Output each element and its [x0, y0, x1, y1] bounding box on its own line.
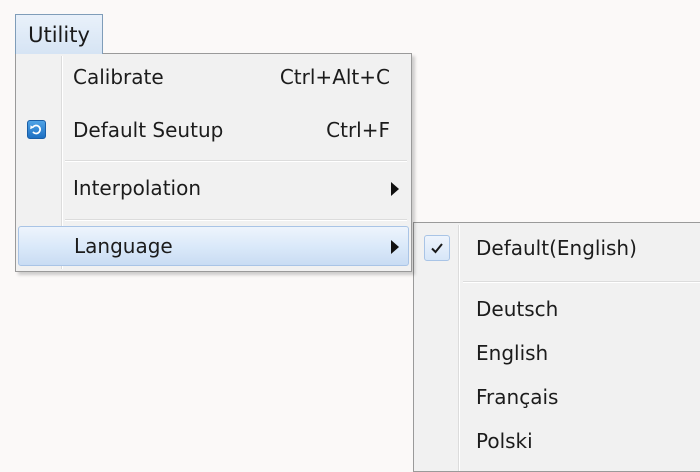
- checkmark-icon: [424, 235, 450, 261]
- menu-item-shortcut: Ctrl+Alt+C: [279, 65, 390, 89]
- language-item-francais[interactable]: Français: [416, 377, 700, 417]
- utility-dropdown-menu: Calibrate Ctrl+Alt+C Default Seutup Ctrl…: [15, 53, 412, 272]
- language-item-label: Français: [476, 385, 559, 409]
- language-item-polski[interactable]: Polski: [416, 421, 700, 461]
- language-item-label: English: [476, 341, 549, 365]
- menu-item-shortcut: Ctrl+F: [326, 118, 390, 142]
- menu-separator: [65, 160, 407, 162]
- language-item-deutsch[interactable]: Deutsch: [416, 289, 700, 329]
- menu-separator: [65, 219, 407, 221]
- menu-item-label: Language: [74, 234, 173, 258]
- menu-item-label: Calibrate: [73, 65, 164, 89]
- language-item-label: Default(English): [476, 236, 637, 260]
- menu-item-label: Default Seutup: [73, 118, 224, 142]
- submenu-arrow-icon: [391, 182, 399, 196]
- default-setup-icon: [27, 120, 46, 139]
- submenu-arrow-icon: [391, 240, 399, 254]
- menu-item-calibrate[interactable]: Calibrate Ctrl+Alt+C: [18, 57, 409, 97]
- menu-utility[interactable]: Utility: [15, 14, 103, 54]
- language-submenu: Default(English) Deutsch English Françai…: [413, 222, 700, 472]
- submenu-separator: [463, 281, 700, 283]
- menu-item-language[interactable]: Language: [18, 226, 409, 266]
- menu-item-interpolation[interactable]: Interpolation: [18, 168, 409, 208]
- menu-item-label: Interpolation: [73, 176, 201, 200]
- language-item-label: Deutsch: [476, 297, 559, 321]
- language-item-label: Polski: [476, 429, 533, 453]
- language-item-default-english[interactable]: Default(English): [416, 228, 700, 268]
- menu-item-default-setup[interactable]: Default Seutup Ctrl+F: [18, 110, 409, 150]
- language-item-english[interactable]: English: [416, 333, 700, 373]
